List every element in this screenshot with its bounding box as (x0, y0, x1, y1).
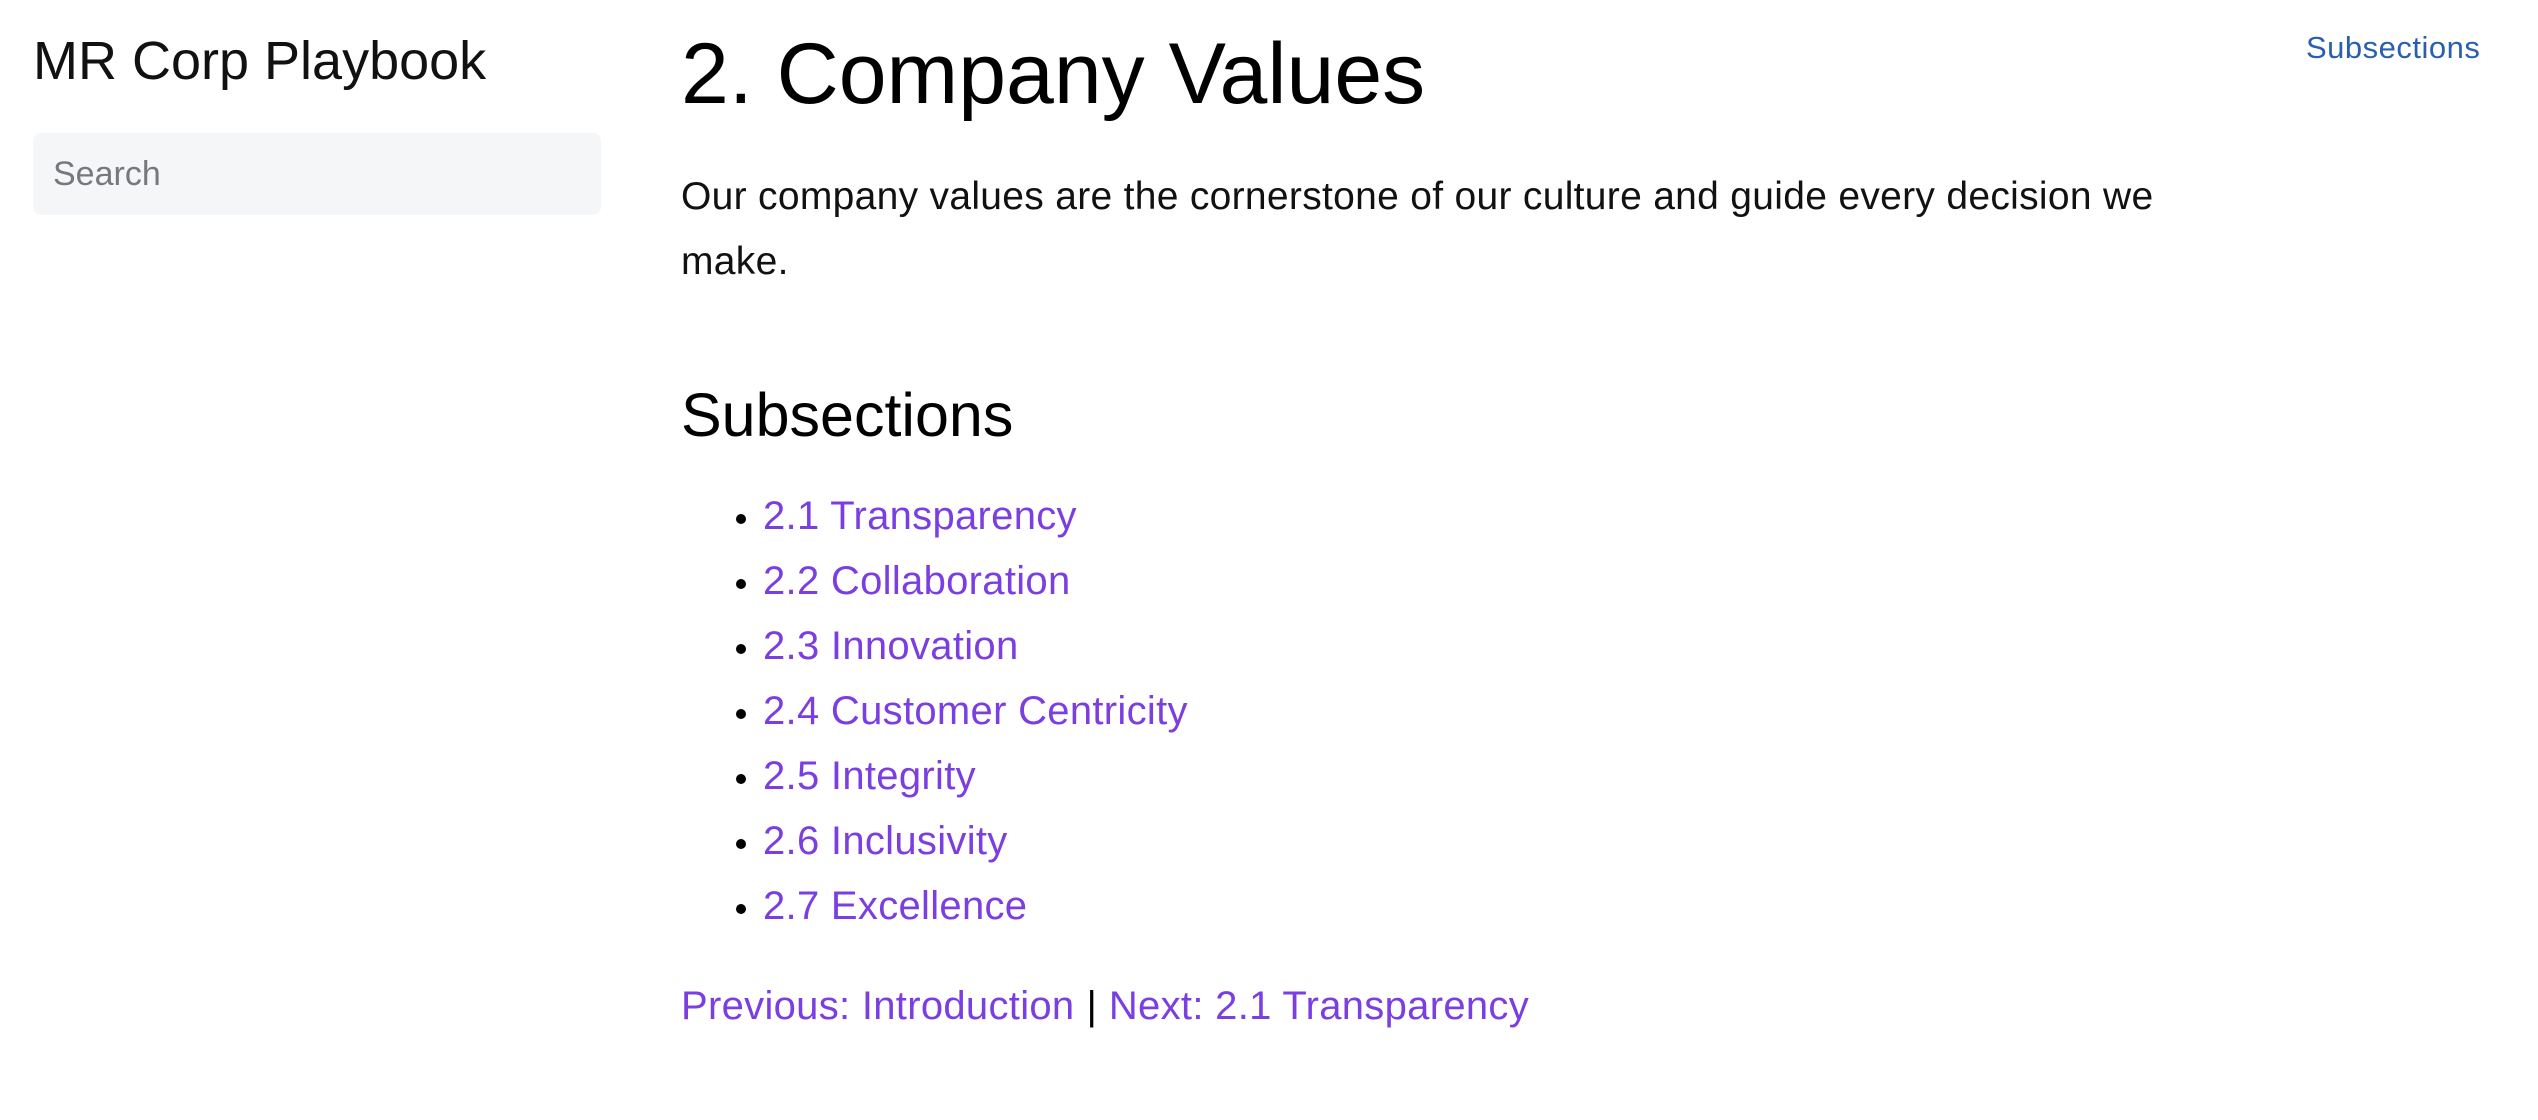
subsection-link-integrity[interactable]: 2.5 Integrity (763, 754, 976, 798)
toc-link-subsections[interactable]: Subsections (2306, 28, 2480, 68)
subsections-heading: Subsections (681, 381, 1014, 449)
page-title: 2. Company Values (681, 26, 1426, 122)
main-content: 2. Company Values Our company values are… (681, 22, 2241, 1036)
list-item: 2.1 Transparency (763, 484, 2241, 549)
list-item: 2.4 Customer Centricity (763, 679, 2241, 744)
site-title[interactable]: MR Corp Playbook (33, 26, 601, 96)
list-item: 2.5 Integrity (763, 744, 2241, 809)
subsection-list: 2.1 Transparency 2.2 Collaboration 2.3 I… (681, 484, 2241, 939)
subsection-link-inclusivity[interactable]: 2.6 Inclusivity (763, 819, 1008, 863)
subsection-link-excellence[interactable]: 2.7 Excellence (763, 884, 1027, 928)
page: MR Corp Playbook Subsections 2. Company … (0, 0, 2538, 1120)
sidebar: MR Corp Playbook (33, 26, 601, 215)
pager-separator: | (1086, 984, 1097, 1028)
search-input[interactable] (33, 133, 601, 215)
list-item: 2.2 Collaboration (763, 549, 2241, 614)
intro-paragraph: Our company values are the cornerstone o… (681, 175, 2154, 283)
list-item: 2.7 Excellence (763, 874, 2241, 939)
subsection-link-transparency[interactable]: 2.1 Transparency (763, 494, 1077, 538)
list-item: 2.3 Innovation (763, 614, 2241, 679)
next-page-link[interactable]: Next: 2.1 Transparency (1109, 984, 1529, 1028)
subsection-link-customer-centricity[interactable]: 2.4 Customer Centricity (763, 689, 1188, 733)
subsection-link-collaboration[interactable]: 2.2 Collaboration (763, 559, 1071, 603)
page-navigation: Previous: Introduction | Next: 2.1 Transpa… (681, 976, 2241, 1036)
previous-page-link[interactable]: Previous: Introduction (681, 984, 1074, 1028)
list-item: 2.6 Inclusivity (763, 809, 2241, 874)
subsection-link-innovation[interactable]: 2.3 Innovation (763, 624, 1019, 668)
